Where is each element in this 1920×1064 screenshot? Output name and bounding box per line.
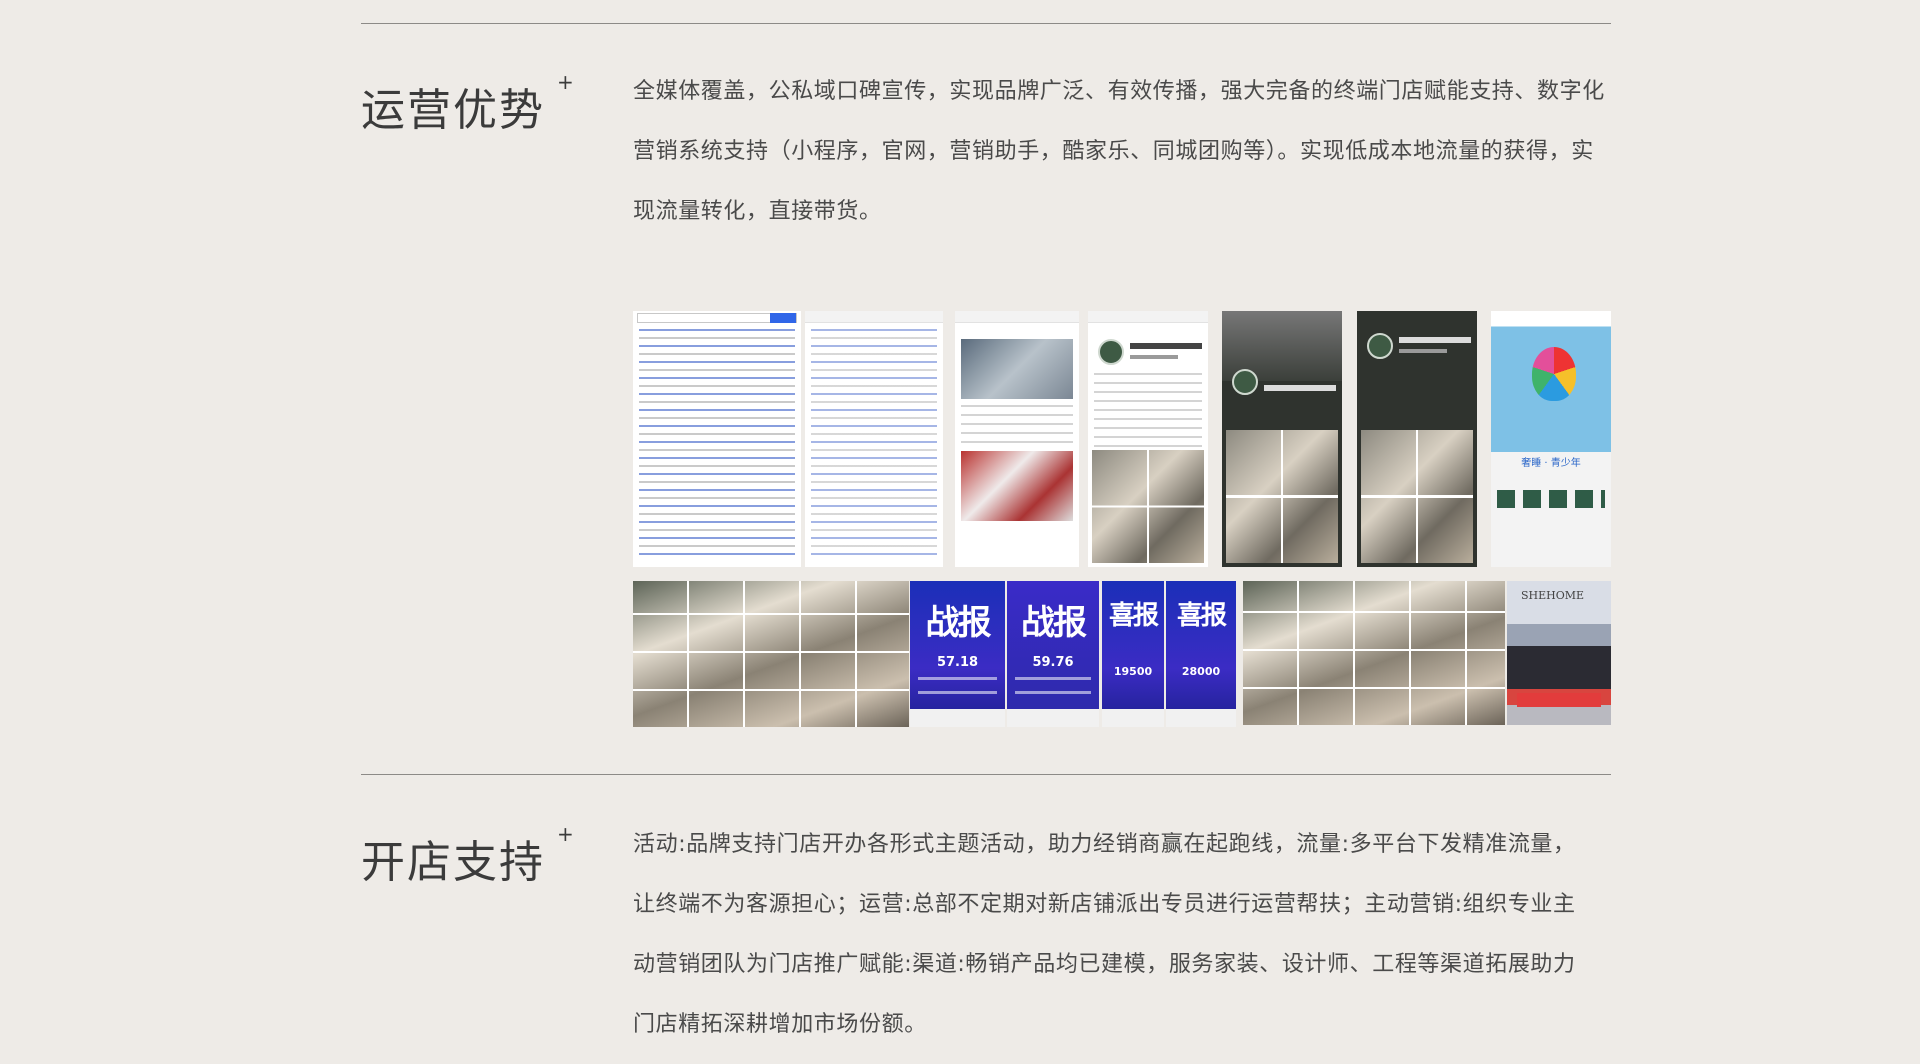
good-news-poster-1: 喜报 19500 [1102, 581, 1164, 727]
brand-profile-screenshot [1088, 311, 1208, 567]
media-gallery: 奢睡 · 青少年 战报 57.18 战报 59.76 喜报 19500 喜报 2… [633, 311, 1611, 727]
section-divider [361, 774, 1611, 775]
poster-headline: 战报 [1021, 603, 1087, 643]
balloon-icon [1531, 346, 1576, 401]
wechat-article-screenshot [955, 311, 1079, 567]
section-title-store-support: 开店支持 + [361, 822, 576, 890]
team-photo: SHEHOME [1507, 581, 1611, 725]
battle-report-poster-1: 战报 57.18 [910, 581, 1005, 727]
douyin-profile-screenshot [1222, 311, 1342, 567]
poster-figure: 19500 [1113, 665, 1153, 678]
team-photo-banner [1517, 693, 1601, 707]
good-news-poster-2: 喜报 28000 [1166, 581, 1236, 727]
article-list-screenshot [805, 311, 943, 567]
official-site-screenshot: 奢睡 · 青少年 [1491, 311, 1611, 567]
plus-icon[interactable]: + [557, 822, 576, 846]
social-feed-mosaic [1243, 581, 1505, 725]
poster-figure: 28000 [1181, 665, 1221, 678]
page: 运营优势 + 全媒体覆盖，公私域口碑宣传，实现品牌广泛、有效传播，强大完备的终端门… [0, 0, 1920, 1064]
poster-headline: 喜报 [1108, 601, 1159, 631]
section-title-operations: 运营优势 + [361, 70, 576, 138]
plus-icon[interactable]: + [557, 70, 576, 94]
poster-headline: 战报 [925, 603, 992, 643]
section-title-text: 运营优势 [361, 85, 545, 136]
section-body-store-support: 活动:品牌支持门店开办各形式主题活动，助力经销商赢在起跑线，流量:多平台下发精准… [633, 832, 1576, 1037]
section-title-text: 开店支持 [361, 837, 545, 888]
search-results-screenshot [633, 311, 801, 567]
poster-figure: 59.76 [1032, 655, 1074, 670]
battle-report-poster-2: 战报 59.76 [1007, 581, 1099, 727]
xiaohongshu-profile-screenshot [1357, 311, 1477, 567]
balloon-tag: 奢睡 · 青少年 [1521, 458, 1581, 470]
team-photo-brand: SHEHOME [1521, 589, 1585, 602]
top-divider [361, 23, 1611, 24]
section-body-operations: 全媒体覆盖，公私域口碑宣传，实现品牌广泛、有效传播，强大完备的终端门店赋能支持、… [633, 79, 1605, 224]
poster-figure: 57.18 [936, 655, 979, 670]
store-photos-mosaic [633, 581, 909, 727]
poster-headline: 喜报 [1176, 601, 1227, 631]
